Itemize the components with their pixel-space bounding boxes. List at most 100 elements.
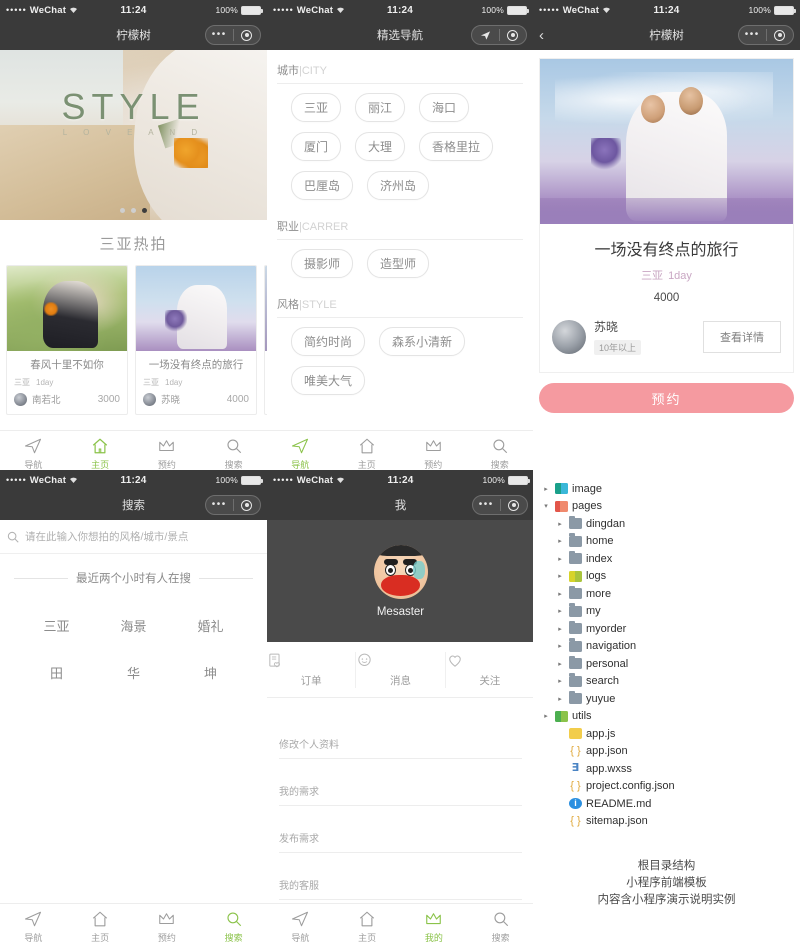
tab-search[interactable]: 搜索 (200, 909, 267, 944)
tree-item[interactable]: ▸ yuyue (541, 690, 800, 708)
carousel-dot-active[interactable] (142, 208, 147, 213)
wechat-capsule[interactable]: ••• (205, 25, 261, 45)
quick-tab-orders[interactable]: 订单 (267, 652, 357, 688)
hot-word[interactable]: 华 (95, 663, 172, 682)
tree-item[interactable]: { } app.json (541, 743, 800, 761)
list-item[interactable]: 春风十里不如你 三亚 1day 南若北 3000 (6, 265, 128, 415)
filter-chip[interactable]: 摄影师 (291, 249, 354, 278)
tab-bar[interactable]: 导航 主页 预约 搜索 (0, 430, 267, 475)
back-button[interactable]: ‹ (539, 28, 579, 43)
tab-booking[interactable]: 预约 (134, 909, 201, 944)
tree-item[interactable]: ▸ myorder (541, 620, 800, 638)
close-target-icon[interactable] (767, 29, 794, 41)
carousel-dots[interactable] (0, 208, 267, 213)
book-button[interactable]: 预约 (539, 383, 794, 413)
tree-item[interactable]: ▸ utils (541, 708, 800, 726)
tab-bar[interactable]: 导航 主页 预约 搜索 (0, 903, 267, 948)
tab-bar[interactable]: 导航 主页 我的 搜索 (267, 903, 534, 948)
menu-item-post-request[interactable]: 发布需求 (279, 806, 522, 853)
tree-item[interactable]: ▸ more (541, 585, 800, 603)
filter-chip[interactable]: 森系小清新 (379, 327, 466, 356)
tree-item[interactable]: i README.md (541, 795, 800, 813)
quick-tab-follow[interactable]: 关注 (446, 652, 534, 688)
close-target-icon[interactable] (500, 29, 527, 41)
wechat-capsule[interactable]: ••• (472, 495, 528, 515)
tab-navigation[interactable]: 导航 (0, 436, 67, 471)
filter-chip[interactable]: 唯美大气 (291, 366, 366, 395)
more-menu-icon[interactable]: ••• (206, 500, 233, 510)
view-detail-button[interactable]: 查看详情 (703, 321, 781, 353)
tab-home[interactable]: 主页 (334, 909, 401, 944)
tree-item[interactable]: ▸ personal (541, 655, 800, 673)
tree-item[interactable]: ▸ navigation (541, 638, 800, 656)
location-arrow-icon[interactable] (472, 30, 499, 41)
tab-home[interactable]: 主页 (334, 436, 401, 471)
chevron-right-icon[interactable]: ▸ (555, 695, 565, 703)
hero-banner[interactable]: STYLE L O V E A N D (0, 50, 267, 220)
chevron-right-icon[interactable]: ▸ (555, 520, 565, 528)
hot-word[interactable]: 三亚 (18, 616, 95, 635)
hot-word[interactable]: 婚礼 (172, 616, 249, 635)
chevron-right-icon[interactable]: ▸ (541, 485, 551, 493)
tab-search[interactable]: 搜索 (200, 436, 267, 471)
filter-chip[interactable]: 简约时尚 (291, 327, 366, 356)
tab-navigation[interactable]: 导航 (267, 436, 334, 471)
chevron-right-icon[interactable]: ▸ (555, 572, 565, 580)
quick-tab-messages[interactable]: 消息 (356, 652, 446, 688)
tab-navigation[interactable]: 导航 (0, 909, 67, 944)
hot-word[interactable]: 坤 (172, 663, 249, 682)
tab-home[interactable]: 主页 (67, 909, 134, 944)
filter-chip[interactable]: 三亚 (291, 93, 342, 122)
tree-item[interactable]: app.js (541, 725, 800, 743)
tree-item[interactable]: { } sitemap.json (541, 813, 800, 831)
chevron-right-icon[interactable]: ▸ (555, 660, 565, 668)
search-input[interactable]: 请在此输入你想拍的风格/城市/景点 (0, 520, 267, 554)
menu-item-my-requests[interactable]: 我的需求 (279, 759, 522, 806)
tree-item[interactable]: ▸ index (541, 550, 800, 568)
tree-item[interactable]: ∃ app.wxss (541, 760, 800, 778)
filter-chip[interactable]: 济州岛 (367, 171, 430, 200)
carousel-dot[interactable] (120, 208, 125, 213)
tab-search[interactable]: 搜索 (467, 909, 534, 944)
tree-item[interactable]: ▸ home (541, 533, 800, 551)
wechat-capsule[interactable] (471, 25, 527, 45)
chevron-right-icon[interactable]: ▸ (555, 642, 565, 650)
filter-chip[interactable]: 丽江 (355, 93, 406, 122)
tree-item[interactable]: ▸ my (541, 603, 800, 621)
chevron-right-icon[interactable]: ▸ (555, 537, 565, 545)
carousel-dot[interactable] (131, 208, 136, 213)
more-menu-icon[interactable]: ••• (206, 30, 233, 40)
chevron-right-icon[interactable]: ▸ (541, 712, 551, 720)
hot-word[interactable]: 海景 (95, 616, 172, 635)
filter-chip[interactable]: 大理 (355, 132, 406, 161)
tab-home[interactable]: 主页 (67, 436, 134, 471)
filter-chip[interactable]: 造型师 (367, 249, 430, 278)
chevron-down-icon[interactable]: ▾ (541, 502, 551, 510)
chevron-left-icon[interactable]: ‹ (539, 28, 544, 43)
more-menu-icon[interactable]: ••• (739, 30, 766, 40)
close-target-icon[interactable] (501, 499, 528, 511)
close-target-icon[interactable] (234, 29, 261, 41)
tab-search[interactable]: 搜索 (467, 436, 534, 471)
tree-item[interactable]: ▸ search (541, 673, 800, 691)
tab-navigation[interactable]: 导航 (267, 909, 334, 944)
chevron-right-icon[interactable]: ▸ (555, 625, 565, 633)
chevron-right-icon[interactable]: ▸ (555, 555, 565, 563)
menu-item-customer-service[interactable]: 我的客服 (279, 853, 522, 900)
chevron-right-icon[interactable]: ▸ (555, 677, 565, 685)
tree-item[interactable]: ▾ pages (541, 498, 800, 516)
chevron-right-icon[interactable]: ▸ (555, 607, 565, 615)
tab-booking[interactable]: 预约 (134, 436, 201, 471)
hot-word[interactable]: 田 (18, 663, 95, 682)
list-item[interactable]: 一场没有终点的旅行 三亚 1day 苏晓 4000 (135, 265, 257, 415)
close-target-icon[interactable] (234, 499, 261, 511)
tree-item[interactable]: ▸ image (541, 480, 800, 498)
filter-chip[interactable]: 海口 (419, 93, 470, 122)
wechat-capsule[interactable]: ••• (205, 495, 261, 515)
tab-mine[interactable]: 我的 (401, 909, 468, 944)
wechat-capsule[interactable]: ••• (738, 25, 794, 45)
tree-item[interactable]: ▸ dingdan (541, 515, 800, 533)
filter-chip[interactable]: 厦门 (291, 132, 342, 161)
tab-bar[interactable]: 导航 主页 预约 搜索 (267, 430, 533, 475)
menu-item-edit-profile[interactable]: 修改个人资料 (279, 712, 522, 759)
